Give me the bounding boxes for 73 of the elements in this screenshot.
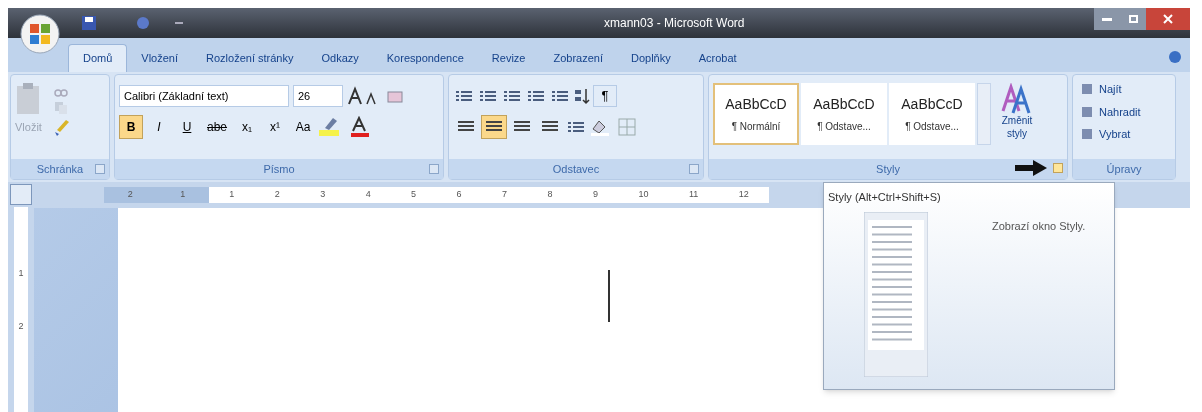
ruler-number: 1 [18, 266, 24, 280]
minimize-button[interactable] [1094, 8, 1120, 30]
editing-button[interactable]: Najít [1099, 81, 1122, 98]
group-label: Odstavec [552, 161, 600, 177]
ribbon-tab[interactable]: Odkazy [307, 44, 373, 72]
group-label: Úpravy [1106, 161, 1142, 177]
ruler-number: 2 [274, 188, 280, 202]
ribbon-tab[interactable]: Revize [477, 44, 540, 72]
ribbon-tab[interactable]: Korespondence [372, 44, 478, 72]
editing-button[interactable]: Vybrat [1099, 126, 1131, 143]
tab-selector[interactable] [10, 184, 32, 205]
style-preview[interactable]: AaBbCcD ¶ Odstave... [889, 83, 975, 145]
ribbon-tab[interactable]: Acrobat [684, 44, 751, 72]
dialog-launcher-icon[interactable] [95, 164, 105, 174]
text-cursor [608, 270, 610, 322]
bullet-list-icon[interactable] [455, 88, 473, 104]
group-label: Písmo [263, 161, 295, 177]
style-preview[interactable]: AaBbCcD ¶ Odstave... [801, 83, 887, 145]
sort-icon[interactable] [573, 87, 591, 105]
ribbon-tab[interactable]: Zobrazení [539, 44, 617, 72]
format-button[interactable]: x¹ [263, 115, 288, 139]
ribbon-tab[interactable]: Vložení [127, 44, 193, 72]
style-preview[interactable]: AaBbCcD ¶ Normální [713, 83, 799, 145]
ruler-number: 3 [320, 188, 326, 202]
save-icon[interactable] [82, 16, 96, 30]
dialog-launcher-icon[interactable] [429, 164, 439, 174]
line-spacing-icon[interactable] [567, 119, 585, 135]
pilcrow-button[interactable]: ¶ [593, 85, 617, 107]
group-label: Schránka [36, 161, 84, 177]
format-button[interactable]: abe [203, 115, 232, 139]
editing-button[interactable]: Nahradit [1099, 103, 1141, 120]
change-styles-label[interactable]: Změnit styly [995, 115, 1039, 140]
ruler-number: 1 [180, 188, 186, 202]
format-button[interactable]: x₁ [235, 115, 260, 139]
ruler-number: 12 [738, 188, 749, 202]
format-button[interactable]: U [175, 115, 199, 139]
format-button[interactable]: B [119, 115, 143, 139]
tooltip-description: Zobrazí okno Styly. [992, 218, 1086, 234]
group-label: Styly [876, 161, 900, 177]
close-icon [1163, 14, 1173, 24]
maximize-button[interactable] [1120, 8, 1146, 30]
indent-icon[interactable] [527, 88, 545, 104]
ruler-number: 2 [127, 188, 133, 202]
ruler-number: 5 [411, 188, 417, 202]
dialog-launcher-icon[interactable] [689, 164, 699, 174]
ruler-number: 1 [229, 188, 235, 202]
multilevel-list-icon[interactable] [503, 88, 521, 104]
ruler-number: 8 [547, 188, 553, 202]
indent-icon[interactable] [551, 88, 569, 104]
ruler-number: 7 [502, 188, 508, 202]
ruler-number: 6 [456, 188, 462, 202]
ruler-number: 11 [688, 188, 699, 202]
ribbon-tab[interactable]: Rozložení stránky [192, 44, 308, 72]
arrow-icon [1013, 159, 1049, 177]
tooltip-title: Styly (Alt+Ctrl+Shift+S) [827, 190, 942, 205]
align-button[interactable] [481, 115, 507, 139]
font-name-field[interactable]: Calibri (Základní text) [119, 85, 289, 107]
ruler-number: 2 [18, 320, 24, 334]
ruler-number: 9 [592, 188, 598, 202]
format-button[interactable]: Aa [291, 115, 316, 139]
ribbon-tab[interactable]: Doplňky [617, 44, 685, 72]
window-title: xmann03 - Microsoft Word [604, 15, 745, 32]
change-styles-icon[interactable] [1001, 83, 1033, 115]
gallery-scrollbar[interactable] [977, 83, 991, 145]
clipboard-icon[interactable] [15, 83, 42, 115]
font-size-field[interactable]: 26 [293, 85, 343, 107]
ruler-number: 10 [638, 188, 649, 202]
brush-icon[interactable] [53, 119, 70, 137]
format-button[interactable]: I [147, 115, 171, 139]
ruler-number: 4 [365, 188, 371, 202]
close-button[interactable] [1146, 8, 1190, 30]
numbered-list-icon[interactable] [479, 88, 497, 104]
ribbon-tab[interactable]: Domů [68, 44, 128, 72]
